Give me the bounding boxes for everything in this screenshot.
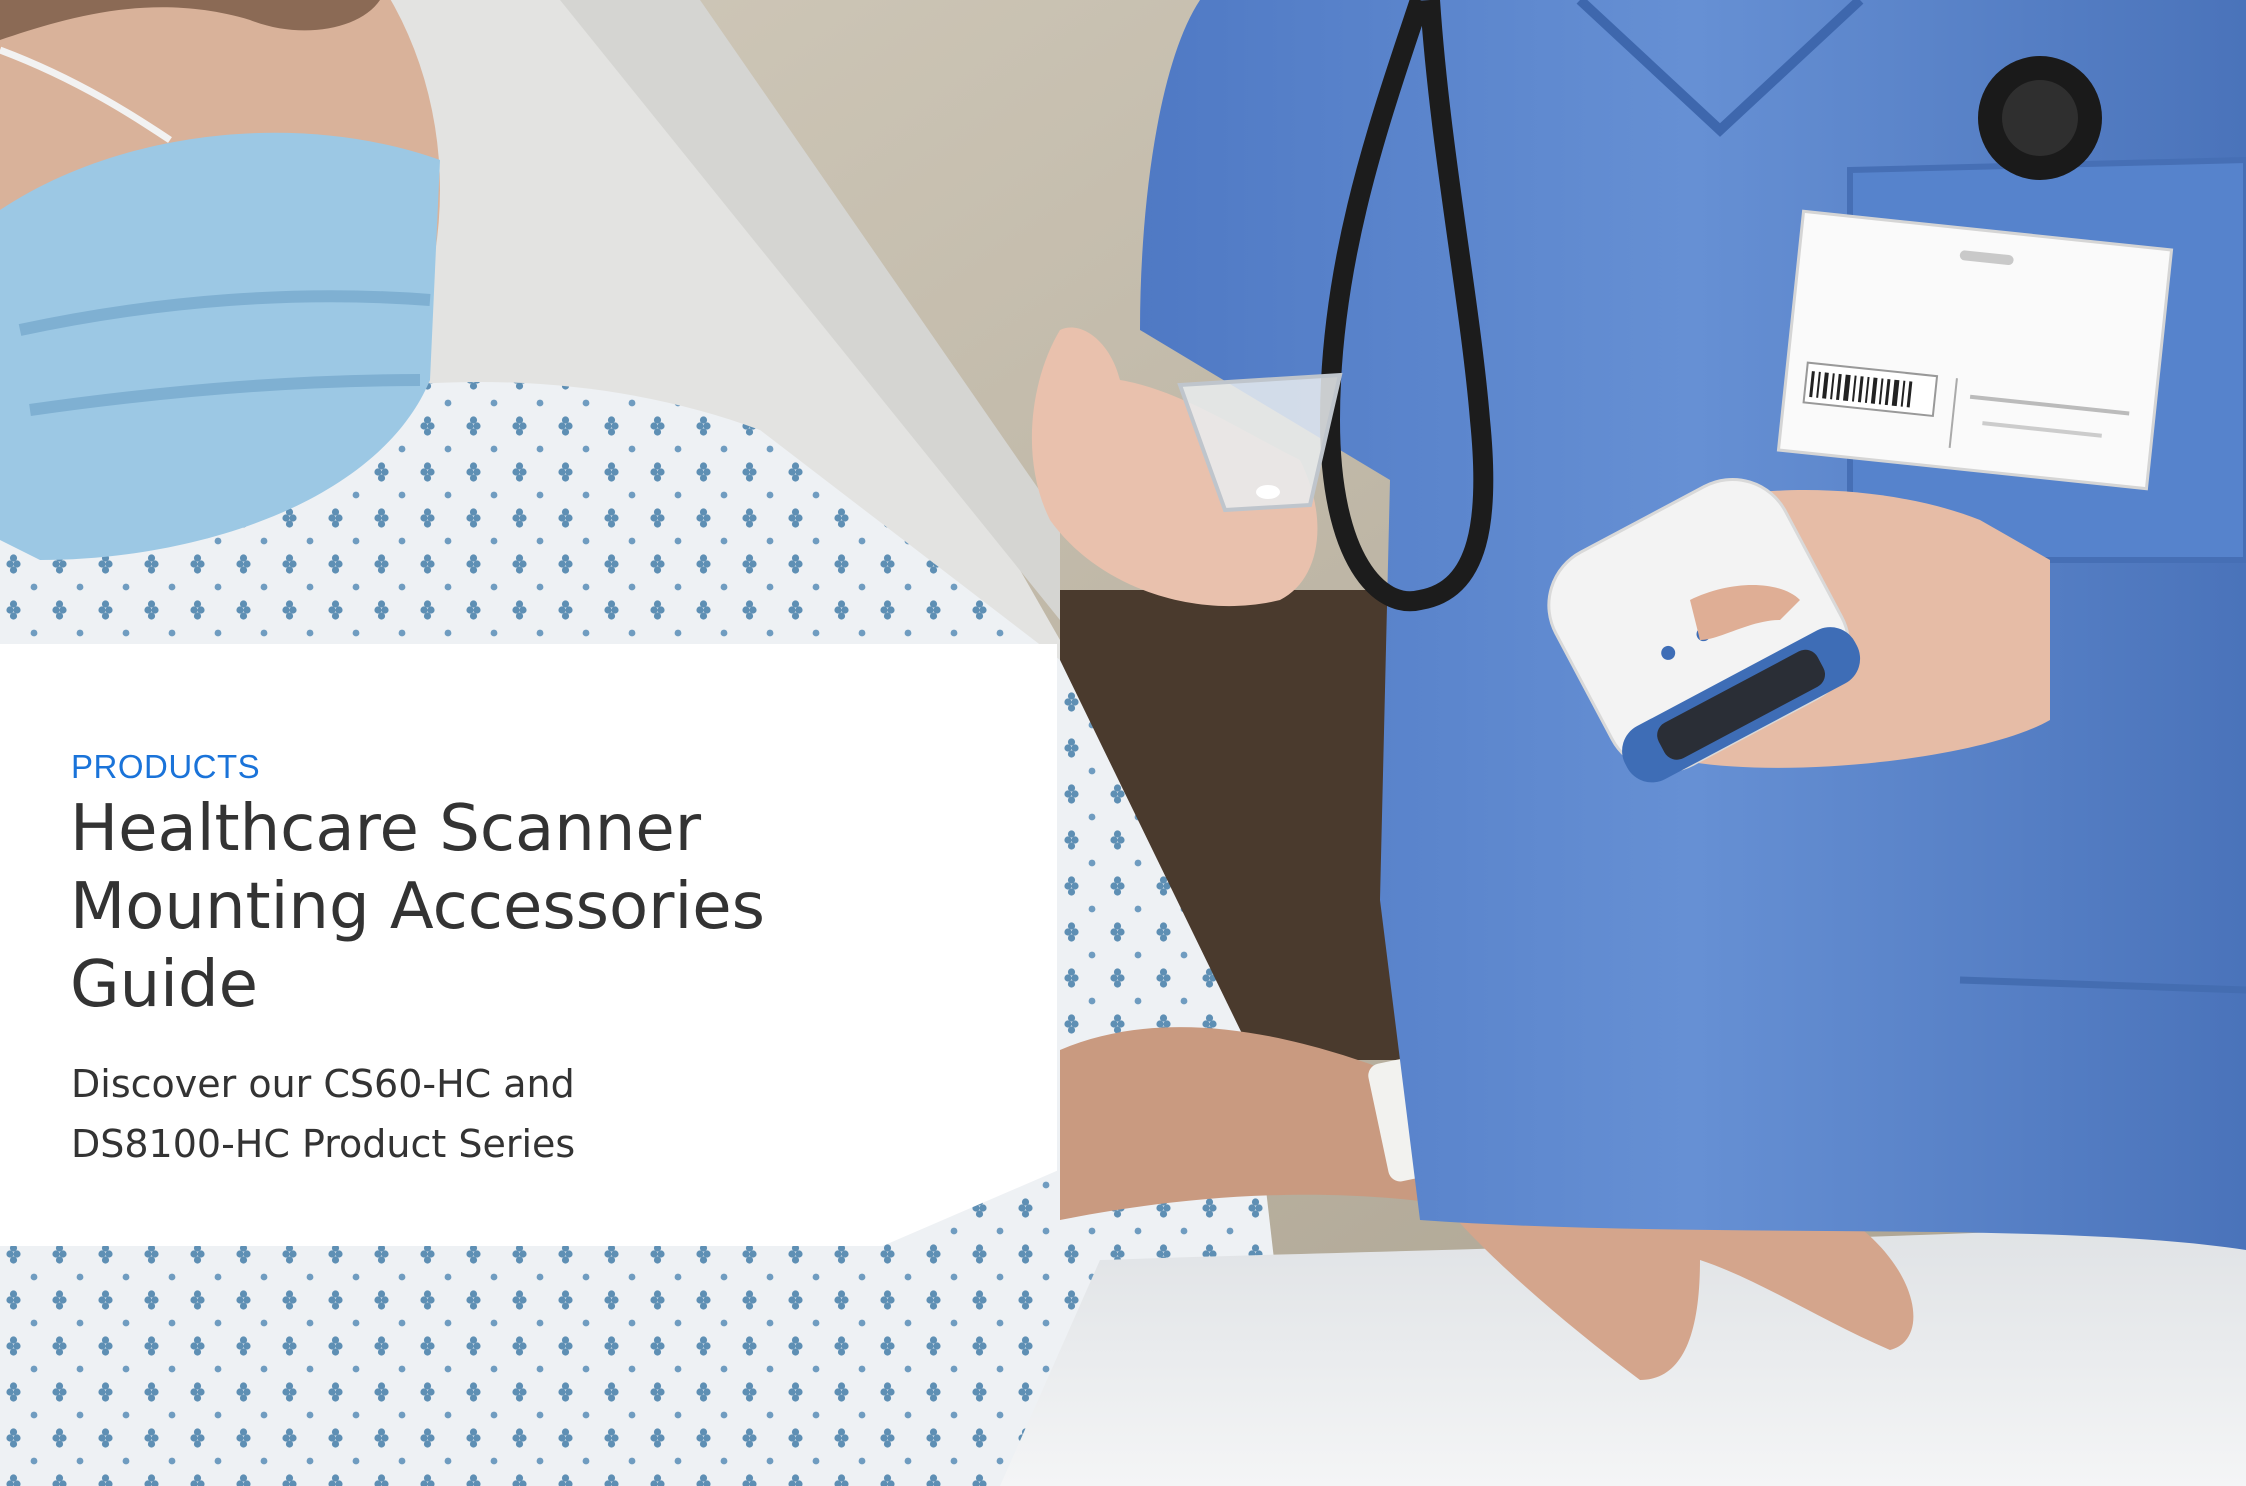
guide-title-line: Healthcare Scanner <box>70 792 702 866</box>
section-eyebrow: PRODUCTS <box>71 748 261 785</box>
guide-subtitle-line: DS8100-HC Product Series <box>71 1122 576 1166</box>
pill <box>1256 485 1280 499</box>
guide-subtitle: Discover our CS60-HC and DS8100-HC Produ… <box>71 1054 771 1174</box>
id-badge <box>1776 209 2174 491</box>
guide-title: Healthcare Scanner Mounting Accessories … <box>70 790 970 1024</box>
cover-title-card: PRODUCTS Healthcare Scanner Mounting Acc… <box>0 644 1057 1246</box>
guide-title-line: Mounting Accessories <box>70 870 765 944</box>
guide-title-line: Guide <box>70 948 258 1022</box>
stethoscope-diaphragm <box>2002 80 2078 156</box>
guide-subtitle-line: Discover our CS60-HC and <box>71 1062 575 1106</box>
